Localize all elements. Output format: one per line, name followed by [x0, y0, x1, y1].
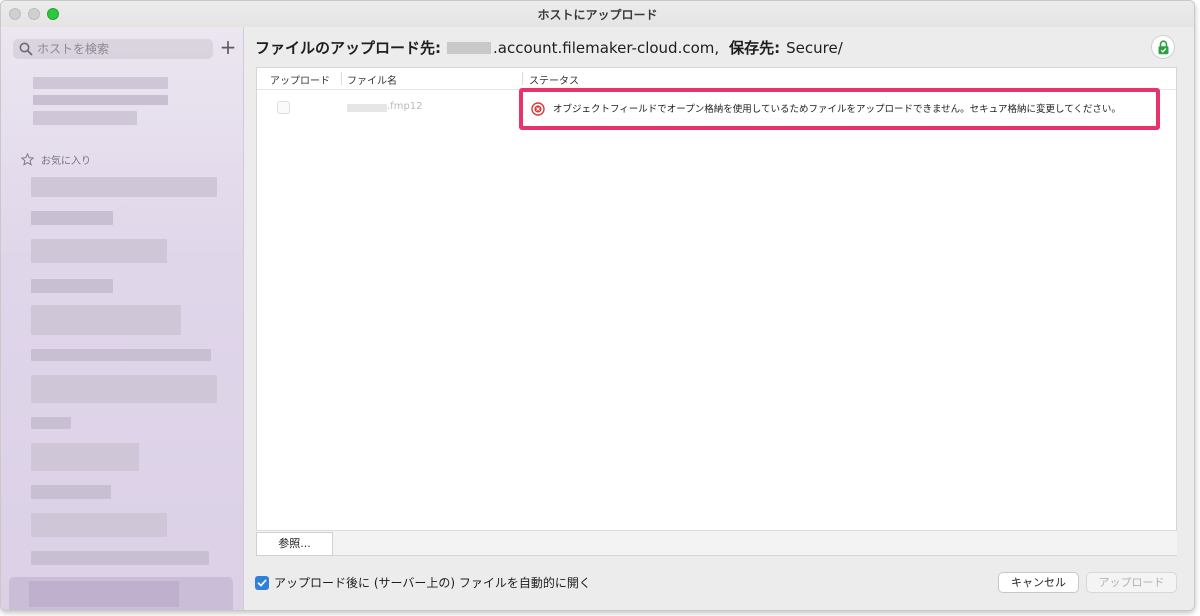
auto-open-checkbox[interactable]	[255, 575, 269, 590]
favorite-host-item[interactable]	[31, 305, 181, 335]
destination-label: ファイルのアップロード先:	[255, 39, 441, 57]
cancel-button[interactable]: キャンセル	[998, 572, 1079, 593]
sidebar-selected-item[interactable]	[9, 577, 233, 610]
storage-value: Secure/	[786, 38, 843, 57]
favorites-label: お気に入り	[41, 155, 91, 167]
favorite-host-item[interactable]	[31, 375, 217, 403]
secure-connection-badge[interactable]	[1151, 35, 1175, 59]
column-separator	[522, 72, 523, 85]
host-search-input[interactable]	[37, 41, 207, 57]
status-message: オブジェクトフィールドでオープン格納を使用しているためファイルをアップロードでき…	[553, 104, 1121, 115]
favorite-host-item[interactable]	[31, 551, 209, 565]
sidebar-host-item[interactable]	[33, 111, 137, 125]
add-host-button[interactable]: +	[219, 37, 237, 59]
window-title: ホストにアップロード	[537, 8, 658, 22]
column-header-file-name[interactable]: ファイル名	[347, 72, 397, 87]
selected-host-item	[29, 581, 179, 607]
browse-button[interactable]: 参照...	[256, 532, 333, 556]
star-icon	[21, 152, 34, 166]
browse-bar: 参照...	[256, 530, 1177, 556]
file-name-redacted	[347, 104, 387, 112]
favorite-host-item[interactable]	[31, 513, 167, 537]
sidebar-host-item[interactable]	[33, 95, 168, 105]
favorite-host-item[interactable]	[31, 239, 167, 263]
favorite-host-item[interactable]	[31, 211, 113, 225]
main-panel: ファイルのアップロード先: .account.filemaker-cloud.c…	[245, 27, 1194, 610]
sidebar: + お気に入り	[1, 27, 244, 610]
favorites-section-header: お気に入り	[21, 151, 91, 167]
checkmark-icon	[257, 579, 267, 586]
title-bar: ホストにアップロード	[1, 1, 1194, 27]
file-name-cell: .fmp12	[387, 101, 423, 112]
lock-icon	[1158, 40, 1169, 55]
upload-row-checkbox[interactable]	[277, 101, 290, 114]
auto-open-option[interactable]: アップロード後に (サーバー上の) ファイルを自動的に開く	[255, 574, 591, 591]
favorite-host-item[interactable]	[31, 177, 217, 197]
upload-to-host-window: ホストにアップロード + お気に入り	[0, 0, 1195, 611]
column-header-status[interactable]: ステータス	[529, 72, 579, 87]
destination-host: .account.filemaker-cloud.com,	[493, 38, 720, 57]
storage-label: 保存先:	[729, 39, 781, 57]
status-cell-highlight: オブジェクトフィールドでオープン格納を使用しているためファイルをアップロードでき…	[519, 88, 1160, 130]
favorite-host-item[interactable]	[31, 485, 111, 499]
auto-open-label[interactable]: アップロード後に (サーバー上の) ファイルを自動的に開く	[274, 574, 591, 591]
favorite-host-item[interactable]	[31, 443, 139, 471]
error-icon	[531, 102, 545, 116]
upload-button[interactable]: アップロード	[1086, 572, 1177, 593]
column-separator	[341, 72, 342, 85]
favorite-host-item[interactable]	[31, 349, 211, 361]
search-icon	[19, 42, 33, 56]
upload-destination-line: ファイルのアップロード先: .account.filemaker-cloud.c…	[255, 37, 843, 58]
favorite-host-item[interactable]	[31, 279, 113, 293]
sidebar-host-item[interactable]	[33, 77, 168, 89]
favorite-host-item[interactable]	[31, 417, 71, 429]
host-search-box[interactable]	[13, 39, 213, 59]
column-header-upload[interactable]: アップロード	[270, 72, 330, 87]
host-name-redacted	[447, 41, 491, 54]
upload-file-table: アップロード ファイル名 ステータス .fmp12 オブジェクトフィールドでオー…	[256, 67, 1177, 556]
